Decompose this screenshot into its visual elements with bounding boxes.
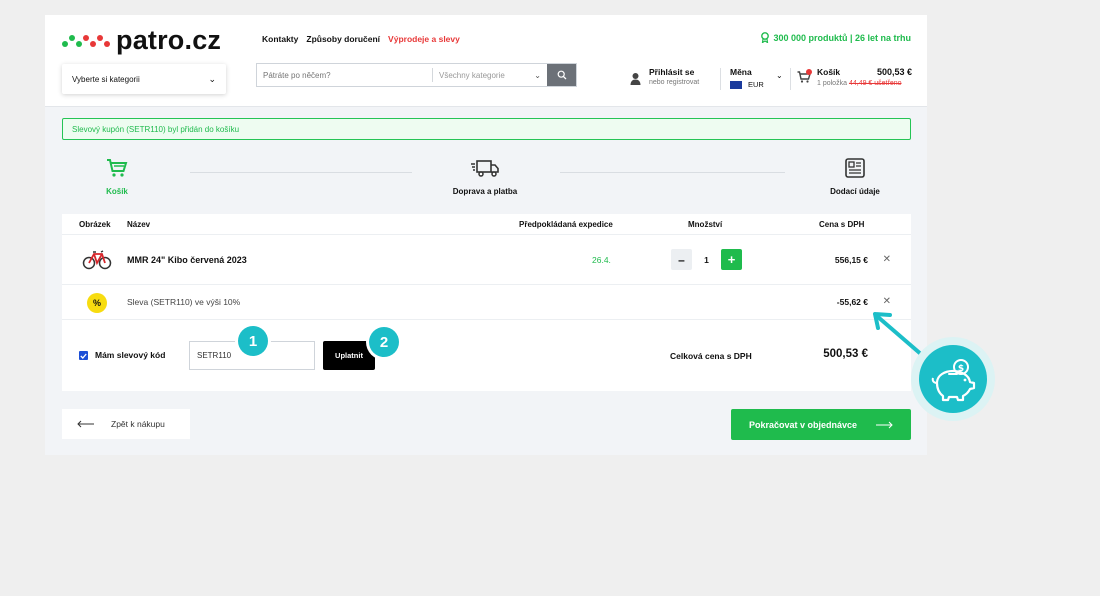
- cart-badge: [806, 69, 812, 75]
- cart-total: 500,53 €: [876, 67, 912, 77]
- back-label: Zpět k nákupu: [111, 419, 165, 429]
- search-icon: [557, 70, 566, 80]
- check-icon: [80, 353, 87, 359]
- page-frame: patro.cz Kontakty Způsoby doručení Výpro…: [45, 15, 927, 455]
- apply-coupon-button[interactable]: Uplatnit: [323, 341, 375, 370]
- cart-table: Obrázek Název Předpokládaná expedice Mno…: [62, 214, 911, 391]
- header-quantity: Množství: [688, 220, 723, 229]
- step-label: Doprava a platba: [452, 187, 518, 196]
- header-name: Název: [127, 220, 151, 229]
- total-value: 500,53 €: [823, 348, 868, 360]
- search-scope-select[interactable]: Všechny kategorie ⌄: [433, 64, 547, 86]
- header-price: Cena s DPH: [819, 220, 865, 229]
- step-details[interactable]: Dodací údaje: [820, 155, 890, 196]
- chevron-down-icon: ⌄: [208, 73, 216, 84]
- arrow-right-icon: [876, 421, 893, 428]
- account-link[interactable]: Přihlásit se nebo registrovat: [630, 67, 699, 86]
- truck-icon: [471, 160, 499, 177]
- success-alert: Slevový kupón (SETR110) byl přidán do ko…: [62, 118, 911, 140]
- step-label: Dodací údaje: [830, 187, 880, 196]
- award-icon: [761, 32, 770, 43]
- total-label: Celková cena s DPH: [670, 351, 752, 361]
- logo[interactable]: patro.cz: [62, 25, 221, 55]
- chevron-down-icon: ⌄: [534, 70, 541, 80]
- piggy-bank-icon: $: [919, 345, 987, 413]
- usp-text: 300 000 produktů | 26 let na trhu: [773, 32, 911, 43]
- annotation-badge-1: 1: [238, 326, 268, 356]
- discount-price: -55,62 €: [836, 297, 868, 307]
- logo-text: patro.cz: [116, 24, 222, 55]
- user-icon: [630, 73, 641, 85]
- back-to-shop-button[interactable]: Zpět k nákupu: [62, 409, 190, 439]
- category-select[interactable]: Vyberte si kategorii ⌄: [62, 64, 226, 94]
- step-label: Košík: [106, 187, 128, 196]
- table-header: Obrázek Název Předpokládaná expedice Mno…: [62, 214, 911, 235]
- discount-icon: %: [87, 293, 107, 313]
- divider: [720, 68, 721, 90]
- search-input[interactable]: [257, 64, 432, 86]
- divider: [790, 68, 791, 90]
- quantity-value[interactable]: 1: [692, 255, 721, 265]
- usp-banner: 300 000 produktů | 26 let na trhu: [760, 32, 911, 43]
- continue-button[interactable]: Pokračovat v objednávce: [731, 409, 911, 440]
- step-shipping[interactable]: Doprava a platba: [440, 155, 530, 196]
- search-button[interactable]: [547, 64, 576, 86]
- form-icon: [845, 158, 865, 178]
- cart-label: Košík: [817, 67, 841, 77]
- continue-label: Pokračovat v objednávce: [748, 419, 858, 430]
- checkout-steps: Košík Doprava a platba Dodací údaje: [45, 155, 927, 205]
- site-header: patro.cz Kontakty Způsoby doručení Výpro…: [45, 15, 927, 107]
- product-expedition: 26.4.: [592, 255, 611, 265]
- annotation-badge-2: 2: [369, 327, 399, 357]
- product-price: 556,15 €: [834, 255, 868, 265]
- coupon-checkbox-label[interactable]: Mám slevový kód: [95, 350, 165, 360]
- top-nav: Kontakty Způsoby doručení Výprodeje a sl…: [262, 34, 460, 44]
- currency-value: EUR: [748, 80, 764, 89]
- step-connector: [560, 172, 785, 173]
- step-connector: [190, 172, 412, 173]
- cart-saved: 44,49 € ušetřeno: [848, 80, 902, 87]
- product-name[interactable]: MMR 24" Kibo červená 2023: [127, 255, 247, 265]
- table-row: MMR 24" Kibo červená 2023 26.4. – 1 + 55…: [62, 235, 911, 285]
- search-bar: Všechny kategorie ⌄: [256, 63, 577, 87]
- quantity-increase-button[interactable]: +: [721, 249, 742, 270]
- chevron-down-icon: ⌄: [776, 71, 783, 80]
- coupon-checkbox[interactable]: [79, 351, 88, 360]
- category-select-label: Vyberte si kategorii: [72, 74, 140, 84]
- nav-delivery[interactable]: Způsoby doručení: [306, 34, 380, 44]
- bike-icon[interactable]: [82, 247, 112, 271]
- header-expedition: Předpokládaná expedice: [519, 220, 613, 229]
- nav-sale[interactable]: Výprodeje a slevy: [388, 34, 460, 44]
- quantity-decrease-button[interactable]: –: [671, 249, 692, 270]
- login-label: Přihlásit se: [649, 67, 695, 77]
- search-scope-label: Všechny kategorie: [439, 70, 505, 80]
- step-cart[interactable]: Košík: [95, 155, 139, 196]
- cart-icon: [107, 159, 128, 177]
- logo-dots-icon: [62, 30, 110, 50]
- coupon-row: Mám slevový kód Uplatnit Celková cena s …: [62, 321, 911, 391]
- eu-flag-icon: [730, 80, 742, 89]
- register-label: nebo registrovat: [649, 79, 700, 86]
- quantity-stepper: – 1 +: [671, 249, 742, 270]
- header-image: Obrázek: [79, 220, 111, 229]
- remove-item-button[interactable]: ✕: [883, 254, 891, 265]
- cart-items-count: 1 položka: [817, 80, 847, 87]
- discount-name: Sleva (SETR110) ve výši 10%: [127, 297, 241, 307]
- arrow-left-icon: [77, 420, 94, 428]
- cart-items: 1 položka 44,49 € ušetřeno: [817, 80, 902, 87]
- nav-contacts[interactable]: Kontakty: [262, 34, 298, 44]
- table-row: % Sleva (SETR110) ve výši 10% -55,62 € ✕: [62, 286, 911, 320]
- currency-select[interactable]: Měna EUR ⌄: [730, 67, 785, 89]
